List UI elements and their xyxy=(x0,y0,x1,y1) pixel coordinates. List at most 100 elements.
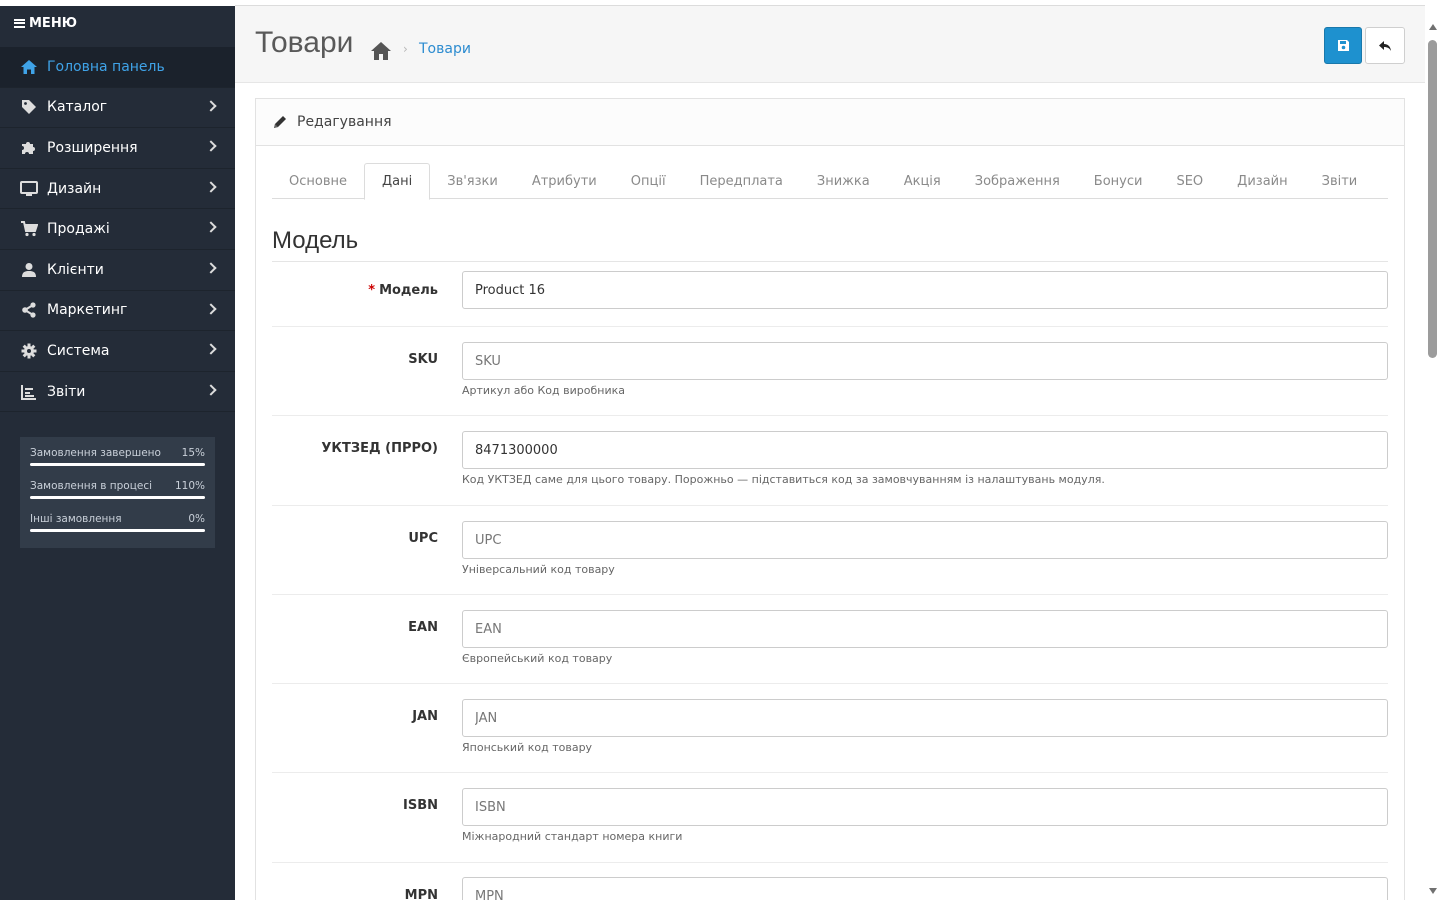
ean-field-row: EAN Європейський код товару xyxy=(272,595,1388,684)
sidebar-item-marketing[interactable]: Маркетинг xyxy=(0,291,235,332)
tab-bar: Основне Дані Зв'язки Атрибути Опції Пере… xyxy=(272,163,1388,200)
model-field-row: * Модель xyxy=(272,271,1388,327)
jan-input[interactable] xyxy=(462,699,1388,737)
menu-toggle-button[interactable]: МЕНЮ xyxy=(14,14,77,32)
breadcrumb-separator: › xyxy=(403,42,408,56)
breadcrumb-link[interactable]: Товари xyxy=(419,41,471,57)
chevron-right-icon xyxy=(205,384,217,396)
sidebar-item-label: Головна панель xyxy=(47,58,165,75)
sidebar-item-catalog[interactable]: Каталог xyxy=(0,88,235,129)
ean-input[interactable] xyxy=(462,610,1388,648)
tab-special[interactable]: Акція xyxy=(887,163,958,199)
main-content: Товари › Товари Редагування Основне Дані… xyxy=(235,0,1425,900)
tab-reward-points[interactable]: Бонуси xyxy=(1077,163,1160,199)
upc-help: Універсальний код товару xyxy=(462,563,615,576)
tab-images[interactable]: Зображення xyxy=(958,163,1077,199)
mpn-label: MPN xyxy=(404,888,438,900)
pencil-icon xyxy=(274,116,286,128)
sidebar-item-design[interactable]: Дизайн xyxy=(0,169,235,210)
chevron-right-icon xyxy=(205,262,217,274)
tab-attributes[interactable]: Атрибути xyxy=(515,163,614,199)
page-title: Товари xyxy=(255,26,354,59)
jan-label: JAN xyxy=(412,709,438,724)
cart-icon xyxy=(19,221,38,238)
sidebar-item-system[interactable]: Система xyxy=(0,331,235,372)
home-icon[interactable] xyxy=(370,41,392,61)
mpn-input[interactable] xyxy=(462,877,1388,900)
tab-reports[interactable]: Звіти xyxy=(1305,163,1375,199)
home-icon xyxy=(19,58,38,75)
sidebar-item-label: Дизайн xyxy=(47,180,102,197)
uktzed-help: Код УКТЗЕД саме для цього товару. Порожн… xyxy=(462,473,1105,486)
edit-panel: Редагування Основне Дані Зв'язки Атрибут… xyxy=(255,98,1405,900)
order-stats-box: Замовлення завершено 15% Замовлення в пр… xyxy=(20,437,215,548)
stat-label: Інші замовлення xyxy=(30,513,122,525)
sidebar-nav: Головна панель Каталог Розширення Дизайн xyxy=(0,47,235,413)
sku-input[interactable] xyxy=(462,342,1388,380)
stat-processing: Замовлення в процесі 110% xyxy=(30,480,205,513)
sidebar-item-sales[interactable]: Продажі xyxy=(0,209,235,250)
stat-value: 110% xyxy=(174,480,205,492)
tab-general[interactable]: Основне xyxy=(272,163,364,199)
save-button[interactable] xyxy=(1324,27,1362,64)
chevron-right-icon xyxy=(205,302,217,315)
save-icon xyxy=(1337,40,1349,51)
sidebar-item-label: Продажі xyxy=(47,221,110,238)
model-input[interactable] xyxy=(462,271,1388,309)
tab-options[interactable]: Опції xyxy=(614,163,683,199)
progress-bar xyxy=(30,496,205,499)
uktzed-label: УКТЗЕД (ПРРО) xyxy=(321,441,438,456)
tab-design[interactable]: Дизайн xyxy=(1220,163,1304,199)
hamburger-icon xyxy=(14,18,25,28)
panel-heading: Редагування xyxy=(256,99,1404,146)
sidebar-item-customers[interactable]: Клієнти xyxy=(0,250,235,291)
sidebar-item-label: Каталог xyxy=(47,99,108,116)
sidebar-item-reports[interactable]: Звіти xyxy=(0,372,235,413)
sidebar-item-extensions[interactable]: Розширення xyxy=(0,128,235,169)
scroll-up-arrow-icon[interactable] xyxy=(1429,24,1437,30)
user-icon xyxy=(19,261,38,278)
tab-seo[interactable]: SEO xyxy=(1159,163,1220,199)
tab-subscription[interactable]: Передплата xyxy=(683,163,800,199)
sidebar: МЕНЮ Головна панель Каталог Розширення Д… xyxy=(0,0,235,900)
sku-field-row: SKU Артикул або Код виробника xyxy=(272,327,1388,416)
chevron-right-icon xyxy=(205,99,217,112)
stat-label: Замовлення завершено xyxy=(30,447,161,459)
sidebar-item-label: Звіти xyxy=(47,383,86,400)
chevron-right-icon xyxy=(205,343,217,355)
chevron-right-icon xyxy=(205,181,217,193)
uktzed-input[interactable] xyxy=(462,431,1388,469)
progress-bar xyxy=(30,463,205,466)
scroll-thumb[interactable] xyxy=(1428,40,1437,358)
scroll-down-arrow-icon[interactable] xyxy=(1429,888,1437,894)
stat-value: 15% xyxy=(181,447,205,459)
stat-label: Замовлення в процесі xyxy=(30,480,153,492)
model-label: * Модель xyxy=(368,283,438,298)
sku-help: Артикул або Код виробника xyxy=(462,384,625,397)
chevron-right-icon xyxy=(205,221,217,234)
stat-other: Інші замовлення 0% xyxy=(30,513,205,546)
gear-icon xyxy=(19,342,38,359)
isbn-help: Міжнародний стандарт номера книги xyxy=(462,830,683,843)
sidebar-item-label: Маркетинг xyxy=(47,302,128,319)
bar-chart-icon xyxy=(19,383,38,400)
stat-completed: Замовлення завершено 15% xyxy=(30,447,205,480)
stat-value: 0% xyxy=(188,513,205,525)
section-title: Модель xyxy=(272,227,1388,262)
ean-label: EAN xyxy=(408,620,438,635)
upc-input[interactable] xyxy=(462,521,1388,559)
sku-label: SKU xyxy=(408,352,438,367)
tab-discount[interactable]: Знижка xyxy=(800,163,887,199)
puzzle-icon xyxy=(19,139,38,156)
sidebar-item-label: Система xyxy=(47,342,110,359)
page-scrollbar[interactable] xyxy=(1425,0,1440,900)
page-header: Товари › Товари xyxy=(235,5,1425,83)
jan-field-row: JAN Японський код товару xyxy=(272,684,1388,773)
upc-field-row: UPC Універсальний код товару xyxy=(272,506,1388,595)
tab-data[interactable]: Дані xyxy=(364,163,431,200)
sidebar-item-dashboard[interactable]: Головна панель xyxy=(0,47,235,88)
share-icon xyxy=(19,302,38,319)
back-button[interactable] xyxy=(1365,27,1405,64)
tab-links[interactable]: Зв'язки xyxy=(430,163,515,199)
isbn-input[interactable] xyxy=(462,788,1388,826)
